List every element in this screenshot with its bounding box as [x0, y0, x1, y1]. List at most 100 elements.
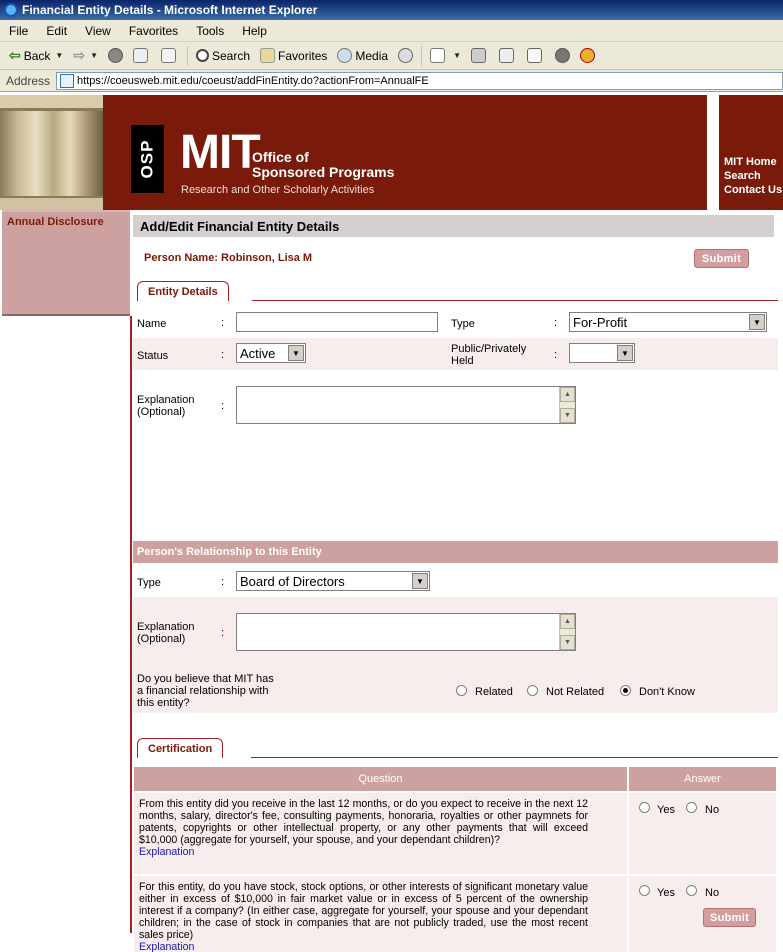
forward-button[interactable]: ⇨ ▼ — [68, 44, 103, 68]
scrollbar[interactable]: ▲ ▼ — [559, 614, 575, 650]
chevron-down-icon: ▼ — [617, 345, 633, 361]
relationship-header: Person's Relationship to this Entity — [133, 541, 778, 563]
radio-dont-know[interactable] — [620, 685, 631, 696]
stop-button[interactable] — [103, 44, 128, 68]
menu-edit[interactable]: Edit — [37, 24, 76, 38]
menu-favorites[interactable]: Favorites — [120, 24, 187, 38]
scroll-up-icon[interactable]: ▲ — [560, 387, 575, 402]
back-dropdown-icon[interactable]: ▼ — [55, 51, 63, 60]
refresh-button[interactable] — [128, 44, 156, 68]
entity-name-input[interactable] — [236, 312, 438, 332]
browser-toolbar: ⇦ Back ▼ ⇨ ▼ Search Favorites Media ▼ — [0, 42, 783, 70]
print-button[interactable] — [466, 44, 494, 68]
radio-related[interactable] — [456, 685, 467, 696]
search-button[interactable]: Search — [191, 44, 255, 68]
question-column-header: Question — [134, 767, 627, 791]
answer-column-header: Answer — [629, 767, 776, 791]
address-label: Address — [6, 73, 51, 88]
menu-help[interactable]: Help — [233, 24, 276, 38]
search-icon — [196, 49, 209, 62]
q1-no-radio[interactable] — [686, 802, 697, 813]
menu-bar: File Edit View Favorites Tools Help — [0, 20, 783, 42]
favorites-button[interactable]: Favorites — [255, 44, 332, 68]
entity-name-type-row: Name : Type : For-Profit ▼ — [133, 306, 778, 338]
discuss-icon — [527, 48, 542, 63]
mit-relationship-row: Do you believe that MIT has a financial … — [133, 667, 778, 713]
explanation-link-1[interactable]: Explanation — [139, 846, 588, 858]
media-button[interactable]: Media — [332, 44, 393, 68]
q2-yes-radio[interactable] — [639, 885, 650, 896]
banner-divider — [707, 95, 719, 210]
certification-question-1: From this entity did you receive in the … — [134, 793, 627, 874]
edit-button[interactable] — [494, 44, 522, 68]
sidebar: Annual Disclosure — [2, 210, 130, 316]
history-button[interactable] — [393, 44, 418, 68]
ie-icon — [4, 3, 18, 17]
submit-button-bottom[interactable]: Submit — [703, 908, 756, 927]
page-viewport: OSP MIT Office of Sponsored Programs Res… — [0, 93, 783, 952]
sidebar-item-annual-disclosure[interactable]: Annual Disclosure — [7, 216, 104, 228]
relationship-type-label: Type — [137, 577, 161, 589]
pillar-image — [0, 95, 103, 210]
public-private-select[interactable]: ▼ — [569, 343, 635, 363]
explanation-link-2[interactable]: Explanation — [139, 941, 588, 952]
menu-tools[interactable]: Tools — [187, 24, 233, 38]
menu-file[interactable]: File — [0, 24, 37, 38]
content-left-border — [130, 316, 132, 933]
relationship-explanation-row: Explanation (Optional) : ▲ ▼ — [133, 597, 778, 667]
q1-yes-radio[interactable] — [639, 802, 650, 813]
relationship-explanation-textarea[interactable]: ▲ ▼ — [236, 613, 576, 651]
tab-certification[interactable]: Certification — [137, 738, 224, 758]
top-links: MIT Home Search Contact Us — [724, 155, 782, 197]
status-select[interactable]: Active ▼ — [236, 343, 306, 363]
messenger-button[interactable] — [550, 44, 575, 68]
chevron-down-icon: ▼ — [412, 573, 428, 589]
name-label: Name — [137, 318, 167, 330]
scroll-up-icon[interactable]: ▲ — [560, 614, 575, 629]
mit-relationship-question: Do you believe that MIT has a financial … — [137, 673, 274, 709]
scroll-down-icon[interactable]: ▼ — [560, 408, 575, 423]
search-link[interactable]: Search — [724, 169, 782, 183]
q2-no-radio[interactable] — [686, 885, 697, 896]
home-button[interactable] — [156, 44, 184, 68]
back-button[interactable]: ⇦ Back ▼ — [4, 44, 68, 68]
research-icon — [580, 48, 595, 63]
radio-related-label: Related — [475, 686, 513, 698]
address-url: https://coeusweb.mit.edu/coeust/addFinEn… — [77, 74, 429, 87]
person-name: Person Name: Robinson, Lisa M — [144, 252, 313, 264]
chevron-down-icon: ▼ — [288, 345, 304, 361]
banner-subtitle: Research and Other Scholarly Activities — [181, 184, 375, 196]
page-title: Add/Edit Financial Entity Details — [133, 215, 774, 237]
address-input[interactable]: https://coeusweb.mit.edu/coeust/addFinEn… — [56, 71, 783, 90]
scrollbar[interactable]: ▲ ▼ — [559, 387, 575, 423]
entity-explanation-textarea[interactable]: ▲ ▼ — [236, 386, 576, 424]
mit-home-link[interactable]: MIT Home — [724, 155, 782, 169]
favorites-icon — [260, 48, 276, 63]
relationship-explanation-label: Explanation (Optional) — [137, 621, 195, 645]
media-icon — [337, 48, 353, 63]
contact-us-link[interactable]: Contact Us — [724, 183, 782, 197]
relationship-type-select[interactable]: Board of Directors ▼ — [236, 571, 430, 591]
osp-banner: OSP MIT Office of Sponsored Programs Res… — [0, 95, 783, 210]
research-button[interactable] — [575, 44, 600, 68]
menu-view[interactable]: View — [76, 24, 120, 38]
radio-not-related-label: Not Related — [546, 686, 605, 698]
submit-button-top[interactable]: Submit — [694, 249, 749, 268]
radio-not-related[interactable] — [527, 685, 538, 696]
forward-dropdown-icon[interactable]: ▼ — [90, 51, 98, 60]
entity-explanation-label: Explanation (Optional) — [137, 394, 195, 418]
scroll-down-icon[interactable]: ▼ — [560, 635, 575, 650]
page-icon — [60, 73, 75, 88]
window-titlebar: Financial Entity Details - Microsoft Int… — [0, 0, 783, 20]
entity-explanation-row: Explanation (Optional) : ▲ ▼ — [133, 370, 778, 442]
history-icon — [398, 48, 414, 63]
entity-type-select[interactable]: For-Profit ▼ — [569, 312, 767, 332]
mail-button[interactable]: ▼ — [425, 44, 466, 68]
discuss-button[interactable] — [522, 44, 550, 68]
status-label: Status — [137, 350, 169, 362]
toolbar-separator — [187, 45, 188, 66]
radio-dont-know-label: Don't Know — [639, 686, 695, 698]
office-name: Office of Sponsored Programs — [252, 149, 395, 180]
type-label: Type — [451, 318, 475, 330]
tab-entity-details[interactable]: Entity Details — [137, 281, 229, 301]
